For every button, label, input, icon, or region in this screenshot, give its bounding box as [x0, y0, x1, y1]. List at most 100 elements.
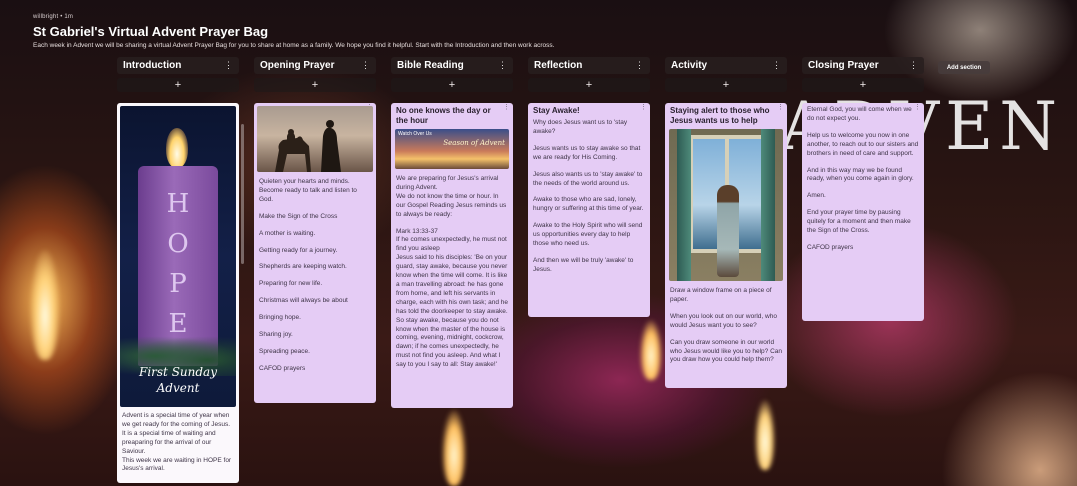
card-text: Shepherds are keeping watch.	[259, 263, 347, 271]
curtain	[677, 129, 691, 281]
vertical-dots-icon[interactable]: ⋮	[635, 60, 644, 71]
board-meta: willbright • 1m	[33, 14, 74, 20]
mary-joseph-donkey-icon	[275, 120, 341, 172]
column-title: Activity	[671, 60, 708, 71]
vertical-dots-icon[interactable]: ⋮	[498, 60, 507, 71]
candle-flame-right	[755, 400, 775, 470]
card-text: Getting ready for a journey.	[259, 246, 338, 254]
add-section-button[interactable]: Add section	[938, 61, 990, 74]
column-header[interactable]: Bible Reading ⋮	[391, 57, 513, 74]
card-text: Christmas will always be about	[259, 297, 348, 305]
card-text: This week we are waiting in HOPE for Jes…	[122, 456, 232, 473]
add-post-button[interactable]: +	[117, 78, 239, 92]
vertical-dots-icon[interactable]: ⋮	[914, 104, 921, 113]
post-card-activity[interactable]: ⋮ Staying alert to those who Jesus wants…	[665, 103, 787, 388]
card-text: Awake to the Holy Spirit who will send u…	[533, 222, 643, 248]
column-introduction: Introduction ⋮ +	[117, 57, 239, 92]
hope-candle-image: HOPE First Sunday Advent	[120, 106, 236, 407]
column-header[interactable]: Introduction ⋮	[117, 57, 239, 74]
column-header[interactable]: Activity ⋮	[665, 57, 787, 74]
candle-flame-left	[30, 250, 60, 360]
card-text: And then we will be truly 'awake' to Jes…	[533, 256, 634, 273]
board-header: willbright • 1m St Gabriel's Virtual Adv…	[33, 14, 554, 49]
card-title: No one knows the day or the hour	[396, 106, 491, 125]
card-text: Jesus said to his disciples: 'Be on your…	[396, 254, 509, 369]
column-title: Bible Reading	[397, 60, 464, 71]
column-bible-reading: Bible Reading ⋮ +	[391, 57, 513, 92]
image-caption-line1: First Sunday	[139, 365, 217, 379]
add-post-button[interactable]: +	[254, 78, 376, 92]
post-card-reflection[interactable]: ⋮ Stay Awake! Why does Jesus want us to …	[528, 103, 650, 317]
card-title: Stay Awake!	[533, 106, 580, 115]
card-text: If he comes unexpectedly, he must not fi…	[396, 236, 507, 253]
candle-flame-icon	[166, 128, 188, 168]
add-post-button[interactable]: +	[665, 78, 787, 92]
post-card-opening-prayer[interactable]: ⋮ Quieten your hearts and minds. Become …	[254, 103, 376, 403]
column-title: Closing Prayer	[808, 60, 879, 71]
card-text: We are preparing for Jesus's arrival dur…	[396, 175, 499, 191]
vertical-dots-icon[interactable]: ⋮	[909, 60, 918, 71]
card-body: Advent is a special time of year when we…	[117, 410, 239, 476]
add-post-button[interactable]: +	[391, 78, 513, 92]
card-text: Eternal God, you will come when we do no…	[807, 106, 912, 122]
card-text: Help us to welcome you now in one anothe…	[807, 131, 919, 157]
column-reflection: Reflection ⋮ +	[528, 57, 650, 92]
card-text: Awake to those who are sad, lonely, hung…	[533, 196, 644, 213]
column-header[interactable]: Closing Prayer ⋮	[802, 57, 924, 74]
card-text: Spreading peace.	[259, 347, 310, 355]
card-text: Mark 13:33-37	[396, 227, 438, 235]
card-subtitle: Why does Jesus want us to 'stay awake?	[533, 119, 628, 135]
add-post-button[interactable]: +	[528, 78, 650, 92]
card-text: Can you draw someone in our world who Je…	[670, 338, 783, 364]
hope-word: HOPE	[166, 189, 190, 339]
card-text: Amen.	[807, 192, 826, 200]
card-text: Bringing hope.	[259, 314, 301, 322]
card-text: CAFOD prayers	[259, 364, 306, 372]
card-title: Staying alert to those who Jesus wants u…	[670, 106, 770, 125]
card-text: When you look out on our world, who woul…	[670, 312, 777, 329]
vertical-dots-icon[interactable]: ⋮	[503, 104, 510, 113]
card-text: Quieten your hearts and minds. Become re…	[259, 178, 357, 203]
post-card-closing-prayer[interactable]: ⋮ Eternal God, you will come when we do …	[802, 103, 924, 321]
scrollbar[interactable]	[241, 124, 244, 264]
card-text: Jesus wants us to stay awake so that we …	[533, 144, 641, 161]
post-card-bible-reading[interactable]: ⋮ No one knows the day or the hour Watch…	[391, 103, 513, 408]
card-text: And in this way may we be found ready, w…	[807, 166, 914, 183]
card-text: Preparing for new life.	[259, 280, 323, 288]
vertical-dots-icon[interactable]: ⋮	[777, 104, 784, 113]
column-title: Introduction	[123, 60, 182, 71]
column-activity: Activity ⋮ +	[665, 57, 787, 92]
candle-flame-mid	[640, 320, 662, 380]
card-text: Draw a window frame on a piece of paper.	[670, 287, 772, 303]
add-post-button[interactable]: +	[802, 78, 924, 92]
board-title: St Gabriel's Virtual Advent Prayer Bag	[33, 24, 269, 39]
column-title: Reflection	[534, 60, 583, 71]
card-text: Sharing joy.	[259, 331, 293, 339]
column-title: Opening Prayer	[260, 60, 335, 71]
girl-figure	[717, 185, 739, 277]
card-text: Make the Sign of the Cross	[259, 212, 338, 220]
card-text: End your prayer time by pausing quitely …	[807, 209, 911, 235]
curtain	[761, 129, 775, 281]
card-text: We do not know the time or hour. In our …	[396, 192, 507, 218]
image-small-text: Watch Over Us	[398, 131, 432, 137]
card-text: CAFOD prayers	[807, 243, 854, 251]
vertical-dots-icon[interactable]: ⋮	[640, 104, 647, 113]
column-header[interactable]: Reflection ⋮	[528, 57, 650, 74]
card-text: Jesus also wants us to 'stay awake' to t…	[533, 170, 643, 187]
vertical-dots-icon[interactable]: ⋮	[361, 60, 370, 71]
image-banner-text: Season of Advent	[443, 139, 505, 147]
vertical-dots-icon[interactable]: ⋮	[772, 60, 781, 71]
nativity-silhouette-image	[257, 106, 373, 172]
column-opening-prayer: Opening Prayer ⋮ +	[254, 57, 376, 92]
board-description: Each week in Advent we will be sharing a…	[33, 42, 555, 49]
column-closing-prayer: Closing Prayer ⋮ +	[802, 57, 924, 92]
post-card-introduction[interactable]: HOPE First Sunday Advent Advent is a spe…	[117, 103, 239, 483]
column-header[interactable]: Opening Prayer ⋮	[254, 57, 376, 74]
vertical-dots-icon[interactable]: ⋮	[224, 60, 233, 71]
image-caption-line2: Advent	[156, 381, 200, 395]
girl-at-window-image	[669, 129, 783, 281]
candle-flame-center	[442, 410, 466, 486]
season-of-advent-image: Watch Over Us Season of Advent	[395, 129, 509, 169]
card-text: Advent is a special time of year when we…	[122, 412, 231, 455]
